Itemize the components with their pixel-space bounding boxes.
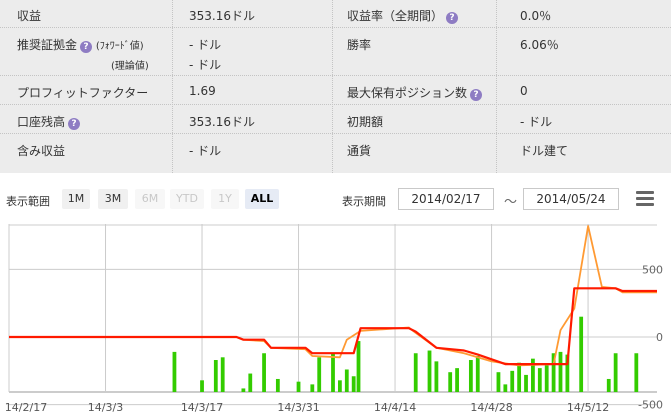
equity-line (9, 225, 657, 367)
bar-mark (558, 351, 563, 392)
bar-mark (544, 365, 549, 392)
bar-mark (448, 372, 453, 392)
y-tick-label: -500 (638, 399, 663, 412)
bar-mark (275, 378, 280, 392)
forward-value-label: (ﾌｫﾜｰﾄﾞ値) (95, 41, 144, 52)
range-button-1m[interactable]: 1M (62, 189, 90, 209)
bar-mark (344, 369, 349, 392)
account-stats-table: 収益 353.16ドル 収益率（全期間）? 0.0％ 推奨証拠金? (ﾌｫﾜｰﾄ… (0, 0, 671, 173)
period-label: 表示期間 (342, 195, 386, 208)
range-button-ytd[interactable]: YTD (170, 189, 204, 209)
y-tick-label: 0 (656, 331, 663, 344)
bar-mark (613, 353, 618, 392)
y-tick-label: 500 (642, 263, 663, 276)
bar-mark (296, 381, 301, 392)
bar-mark (468, 360, 473, 392)
range-button-1y[interactable]: 1Y (211, 189, 239, 209)
theoretical-value-label: (理論値) (111, 61, 149, 72)
bar-mark (337, 380, 342, 392)
help-icon[interactable]: ? (68, 118, 81, 130)
stats-row-unrealized: 含み収益 - ドル 通貨 ドル建て (17, 144, 569, 158)
bar-mark (241, 388, 246, 392)
bar-mark (524, 374, 528, 392)
bar-mark (496, 372, 501, 392)
bar-mark (172, 351, 177, 392)
x-tick-label: 14/3/31 (277, 401, 319, 414)
bar-mark (200, 380, 204, 392)
range-label: 表示範囲 (6, 195, 50, 208)
bar-mark (455, 368, 459, 392)
range-button-all[interactable]: ALL (245, 189, 279, 209)
bar-mark (310, 384, 315, 392)
x-tick-label: 14/3/17 (181, 401, 223, 414)
bar-mark (510, 370, 515, 392)
help-icon[interactable]: ? (80, 41, 93, 53)
period-from-input[interactable]: 2014/02/17 (398, 188, 494, 210)
bar-mark (213, 360, 218, 392)
period-separator: ～ (504, 195, 518, 210)
bar-mark (427, 350, 432, 392)
bar-mark (317, 357, 322, 392)
x-tick-label: 14/4/28 (470, 401, 512, 414)
period-to-input[interactable]: 2014/05/24 (523, 188, 619, 210)
bar-mark (579, 316, 584, 392)
bar-mark (331, 353, 335, 392)
x-tick-label: 14/3/3 (88, 401, 123, 414)
column-divider (172, 0, 173, 173)
column-divider (332, 0, 333, 173)
stats-row-margin: 推奨証拠金? (ﾌｫﾜｰﾄﾞ値) (理論値) - ドル - ドル 勝率 6.06… (0, 29, 671, 76)
x-tick-label: 14/2/17 (5, 401, 47, 414)
chart-range-toolbar: 表示範囲 1M 3M 6M YTD 1Y ALL 表示期間 2014/02/17… (0, 183, 671, 217)
performance-chart: 500 0 -500 14/2/17 14/3/3 14/3/17 14/3/31 14/4/… (0, 222, 671, 420)
column-divider (496, 0, 497, 173)
bar-mark (356, 341, 361, 392)
help-icon[interactable]: ? (446, 12, 459, 24)
stats-row-balance: 口座残高? 353.16ドル 初期額 - ドル (0, 106, 671, 134)
bar-mark (503, 384, 508, 392)
bar-mark (248, 373, 253, 392)
bar-mark (351, 376, 356, 392)
bar-mark (262, 353, 266, 392)
bar-mark (537, 368, 542, 392)
bar-mark (606, 378, 611, 392)
chart-svg: 500 0 -500 14/2/17 14/3/3 14/3/17 14/3/31 14/4/… (5, 224, 663, 414)
range-button-3m[interactable]: 3M (98, 189, 128, 209)
x-tick-label: 14/4/14 (374, 401, 416, 414)
stats-row-profit: 収益 353.16ドル 収益率（全期間）? 0.0％ (0, 0, 671, 28)
hamburger-menu-icon[interactable] (636, 191, 654, 207)
bar-mark (475, 355, 480, 392)
help-icon[interactable]: ? (470, 89, 483, 101)
bar-mark (634, 353, 639, 392)
stats-row-profit-factor: プロフィットファクター 1.69 最大保有ポジション数? 0 (0, 77, 671, 105)
bar-mark (413, 353, 418, 392)
range-button-6m[interactable]: 6M (135, 189, 165, 209)
bar-mark (434, 361, 439, 392)
bar-mark (220, 357, 225, 392)
bar-mark (517, 362, 522, 392)
x-tick-label: 14/5/12 (567, 401, 609, 414)
